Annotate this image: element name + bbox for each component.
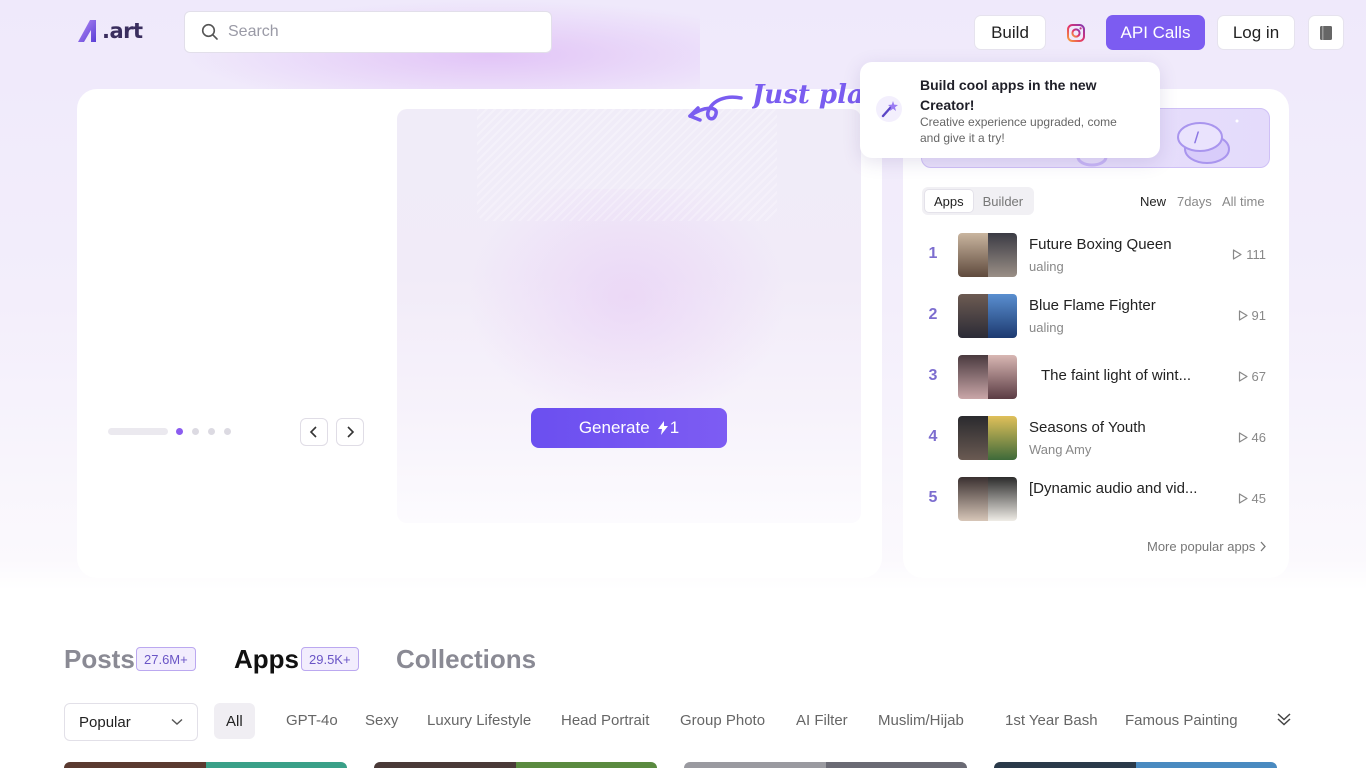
chip-group-photo[interactable]: Group Photo: [680, 712, 765, 729]
app-thumbnail: [958, 355, 1017, 399]
build-button[interactable]: Build: [974, 15, 1046, 50]
generate-button[interactable]: Generate 1: [531, 408, 727, 448]
run-count: 45: [1238, 491, 1266, 506]
tab-posts[interactable]: Posts: [64, 644, 135, 675]
chip-luxury-lifestyle[interactable]: Luxury Lifestyle: [427, 712, 531, 729]
logo[interactable]: .art: [76, 15, 150, 47]
more-popular-apps-link[interactable]: More popular apps: [1147, 539, 1267, 554]
generate-label: Generate: [578, 418, 650, 437]
magic-wand-icon: [876, 96, 902, 122]
app-thumbnail: [958, 477, 1017, 521]
chip-head-portrait[interactable]: Head Portrait: [561, 712, 649, 729]
carousel-progress: [108, 428, 168, 435]
chevron-down-icon: [171, 718, 183, 725]
play-icon: [1233, 249, 1242, 260]
tooltip-description: Creative experience upgraded, come and g…: [920, 115, 1117, 145]
ranking-row[interactable]: 3 The faint light of wint... 67: [922, 355, 1270, 401]
apps-count-badge: 29.5K+: [301, 647, 359, 671]
app-card[interactable]: [64, 762, 347, 768]
carousel-prev-button[interactable]: [300, 418, 328, 446]
book-icon: [1320, 25, 1332, 40]
rank-number: 3: [928, 367, 938, 384]
app-title: Blue Flame Fighter: [1029, 297, 1156, 314]
carousel-dot-3[interactable]: [208, 428, 215, 435]
ranking-type-tabs: Apps Builder: [922, 187, 1034, 215]
run-count: 111: [1232, 247, 1266, 262]
chevron-right-icon: [347, 426, 355, 438]
creator-tooltip[interactable]: Build cool apps in the new Creator! Crea…: [860, 62, 1160, 158]
tab-collections[interactable]: Collections: [396, 644, 536, 675]
app-card[interactable]: [684, 762, 967, 768]
play-icon: [1238, 493, 1248, 504]
run-count: 91: [1238, 308, 1266, 323]
app-title: The faint light of wint...: [1041, 367, 1192, 384]
app-thumbnail: [958, 294, 1017, 338]
tooltip-title: Build cool apps in the new Creator!: [920, 77, 1097, 113]
play-icon: [1238, 371, 1248, 382]
run-count: 46: [1238, 430, 1266, 445]
ranking-row[interactable]: 1 Future Boxing Queen ualing 111: [922, 233, 1270, 279]
app-card[interactable]: [374, 762, 657, 768]
app-author: ualing: [1029, 259, 1064, 274]
chip-ai-filter[interactable]: AI Filter: [796, 712, 848, 729]
ranking-row[interactable]: 2 Blue Flame Fighter ualing 91: [922, 294, 1270, 340]
app-thumbnail: [958, 416, 1017, 460]
search-input[interactable]: [228, 23, 528, 41]
app-title: [Dynamic audio and vid...: [1029, 480, 1198, 497]
carousel-next-button[interactable]: [336, 418, 364, 446]
generate-cost: 1: [657, 418, 679, 438]
tab-apps[interactable]: Apps: [924, 189, 974, 213]
logo-mark-icon: [78, 20, 96, 42]
run-count: 67: [1238, 369, 1266, 384]
play-icon: [1238, 310, 1248, 321]
instagram-button[interactable]: [1057, 15, 1095, 50]
chip-gpt-4o[interactable]: GPT-4o: [286, 712, 338, 729]
search-icon: [201, 23, 218, 40]
ranking-row[interactable]: 5 [Dynamic audio and vid... 45: [922, 477, 1270, 523]
ranking-row[interactable]: 4 Seasons of Youth Wang Amy 46: [922, 416, 1270, 462]
play-icon: [1238, 432, 1248, 443]
app-author: ualing: [1029, 320, 1064, 335]
rank-number: 2: [928, 306, 938, 323]
search-bar[interactable]: [184, 11, 552, 53]
sort-select-value: Popular: [79, 713, 131, 731]
app-thumbnail: [958, 233, 1017, 277]
rank-number: 1: [928, 245, 938, 262]
filter-7days[interactable]: 7days: [1177, 194, 1212, 209]
app-preview: [397, 109, 861, 523]
tab-builder[interactable]: Builder: [974, 189, 1032, 213]
just-play-caption: Just play: [752, 80, 864, 110]
carousel-dot-4[interactable]: [224, 428, 231, 435]
curved-arrow-icon: [688, 95, 743, 122]
tab-apps-section[interactable]: Apps: [234, 644, 299, 675]
carousel-dot-2[interactable]: [192, 428, 199, 435]
chip-all[interactable]: All: [214, 703, 255, 739]
rank-number: 5: [928, 489, 938, 506]
filter-new[interactable]: New: [1140, 194, 1166, 209]
login-button[interactable]: Log in: [1217, 15, 1295, 50]
chevron-right-icon: [1260, 541, 1267, 552]
logo-text: .art: [102, 19, 143, 43]
app-card[interactable]: [994, 762, 1277, 768]
svg-text:/: /: [1194, 130, 1200, 146]
sort-select[interactable]: Popular: [64, 703, 198, 741]
lightning-icon: [657, 421, 668, 435]
instagram-icon: [1067, 23, 1085, 42]
chip-sexy[interactable]: Sexy: [365, 712, 398, 729]
menu-button[interactable]: [1308, 15, 1344, 50]
carousel-dot-1[interactable]: [176, 428, 183, 435]
chevron-left-icon: [309, 426, 317, 438]
chip-1st-year-bash[interactable]: 1st Year Bash: [1005, 712, 1098, 729]
double-chevron-down-icon[interactable]: [1276, 711, 1292, 727]
filter-all-time[interactable]: All time: [1222, 194, 1265, 209]
chip-muslim-hijab[interactable]: Muslim/Hijab: [878, 712, 964, 729]
chip-famous-painting[interactable]: Famous Painting: [1125, 712, 1238, 729]
app-title: Future Boxing Queen: [1029, 236, 1172, 253]
app-title: Seasons of Youth: [1029, 419, 1146, 436]
api-calls-button[interactable]: API Calls: [1106, 15, 1205, 50]
rank-number: 4: [928, 428, 938, 445]
posts-count-badge: 27.6M+: [136, 647, 196, 671]
app-author: Wang Amy: [1029, 442, 1092, 457]
